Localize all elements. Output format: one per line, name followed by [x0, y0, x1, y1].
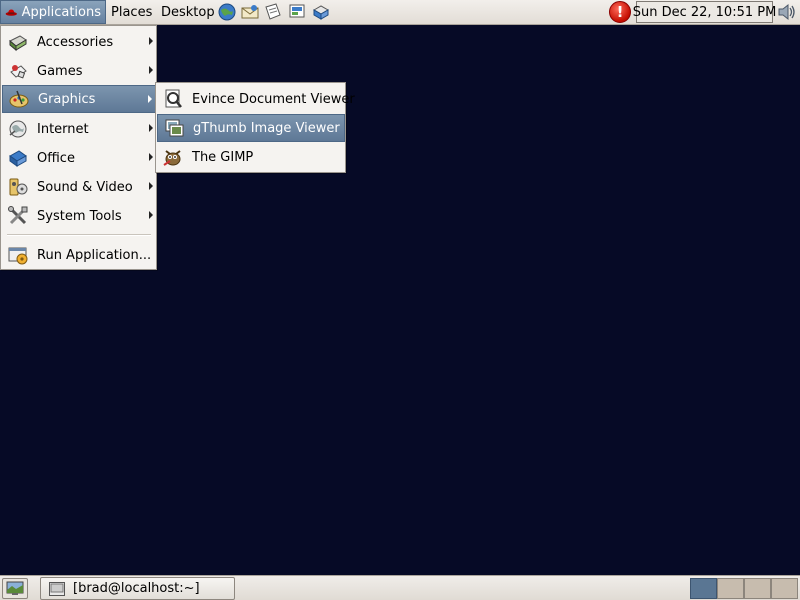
menu-item-label: System Tools — [37, 208, 122, 224]
word-processor-icon[interactable] — [263, 2, 283, 22]
run-application-icon — [6, 243, 30, 267]
submenu-item-label: gThumb Image Viewer — [193, 120, 340, 136]
bottom-panel: [brad@localhost:~] — [0, 575, 800, 600]
applications-menu-button[interactable]: Applications — [0, 0, 106, 24]
update-alert-icon[interactable]: ! — [609, 1, 631, 23]
menu-item-office[interactable]: Office — [2, 144, 156, 172]
submenu-arrow-icon — [149, 182, 153, 190]
terminal-icon — [49, 581, 65, 596]
menu-item-games[interactable]: Games — [2, 57, 156, 85]
top-panel: Applications Places Desktop ! Sun Dec 22… — [0, 0, 800, 25]
menu-item-system-tools[interactable]: System Tools — [2, 202, 156, 230]
web-browser-icon[interactable] — [217, 2, 237, 22]
show-desktop-icon — [6, 581, 24, 595]
email-icon[interactable] — [240, 2, 260, 22]
graphics-submenu: Evince Document Viewer gThumb Image View… — [155, 82, 355, 173]
menu-item-accessories[interactable]: Accessories — [2, 28, 156, 56]
menu-item-label: Internet — [37, 121, 89, 137]
office-icon — [6, 146, 30, 170]
menu-item-label: Graphics — [38, 91, 96, 107]
spreadsheet-icon[interactable] — [311, 2, 331, 22]
menu-item-label: Sound & Video — [37, 179, 133, 195]
clock[interactable]: Sun Dec 22, 10:51 PM — [633, 1, 776, 23]
clock-text: Sun Dec 22, 10:51 PM — [632, 4, 777, 20]
workspace-1[interactable] — [690, 578, 717, 599]
submenu-arrow-icon — [149, 211, 153, 219]
taskbar-window-terminal[interactable]: [brad@localhost:~] — [40, 577, 235, 600]
submenu-item-label: The GIMP — [192, 149, 254, 165]
taskbar-window-title: [brad@localhost:~] — [73, 581, 200, 596]
gimp-icon — [161, 145, 185, 169]
workspace-4[interactable] — [771, 578, 798, 599]
submenu-item-label: Evince Document Viewer — [192, 91, 355, 107]
system-tools-icon — [6, 204, 30, 228]
accessories-icon — [6, 30, 30, 54]
menu-separator — [7, 234, 151, 236]
menu-item-label: Accessories — [37, 34, 114, 50]
menu-item-sound-video[interactable]: Sound & Video — [2, 173, 156, 201]
games-icon — [6, 59, 30, 83]
menu-item-label: Run Application... — [37, 247, 152, 263]
places-menu-button[interactable]: Places — [107, 0, 156, 24]
desktop-menu-button[interactable]: Desktop — [157, 0, 219, 24]
presentation-icon[interactable] — [287, 2, 307, 22]
menu-item-label: Office — [37, 150, 75, 166]
submenu-arrow-icon — [149, 124, 153, 132]
submenu-item-gthumb[interactable]: gThumb Image Viewer — [157, 114, 345, 142]
show-desktop-button[interactable] — [2, 578, 28, 599]
desktop-label: Desktop — [161, 4, 215, 20]
graphics-icon — [7, 87, 31, 111]
submenu-arrow-icon — [148, 95, 152, 103]
evince-icon — [161, 87, 185, 111]
submenu-item-gimp[interactable]: The GIMP — [157, 143, 345, 171]
submenu-arrow-icon — [149, 66, 153, 74]
internet-icon — [6, 117, 30, 141]
menu-item-graphics[interactable]: Graphics — [2, 85, 156, 113]
menu-item-label: Games — [37, 63, 83, 79]
applications-label: Applications — [21, 4, 101, 20]
submenu-arrow-icon — [149, 37, 153, 45]
workspace-2[interactable] — [717, 578, 744, 599]
update-alert-glyph: ! — [616, 3, 624, 21]
menu-item-internet[interactable]: Internet — [2, 115, 156, 143]
sound-video-icon — [6, 175, 30, 199]
menu-item-run-application[interactable]: Run Application... — [2, 241, 156, 269]
gthumb-icon — [162, 116, 186, 140]
submenu-item-evince[interactable]: Evince Document Viewer — [157, 85, 355, 113]
redhat-logo-icon — [5, 9, 17, 16]
workspace-3[interactable] — [744, 578, 771, 599]
volume-icon[interactable] — [776, 2, 798, 22]
places-label: Places — [111, 4, 153, 20]
applications-menu: Accessories Games Graphics Internet Offi… — [0, 25, 157, 270]
submenu-arrow-icon — [149, 153, 153, 161]
